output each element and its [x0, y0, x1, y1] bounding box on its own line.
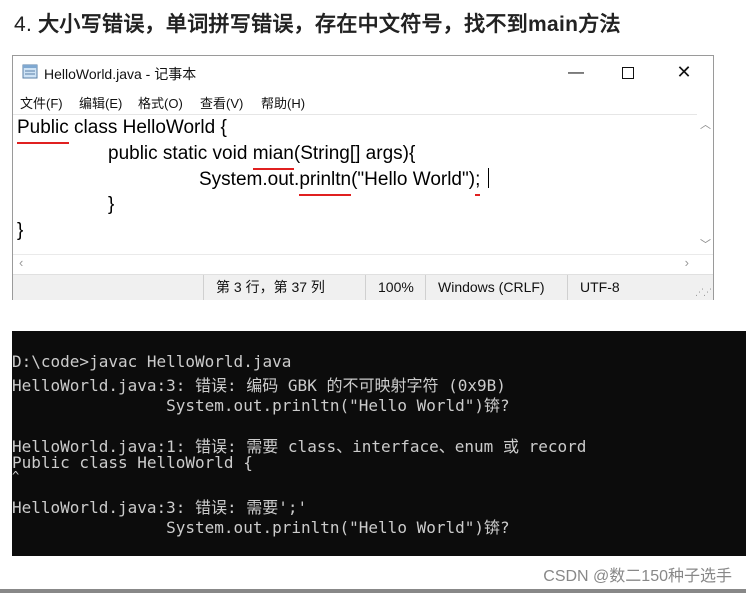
code-text: ("Hello World"): [351, 169, 476, 190]
menu-help[interactable]: 帮助(H): [261, 93, 305, 112]
heading-text: 大小写错误，单词拼写错误，存在中文符号，找不到main方法: [38, 13, 621, 36]
code-line-4: }: [108, 194, 115, 215]
scroll-down-icon[interactable]: ﹀: [700, 236, 711, 252]
notepad-window: HelloWorld.java - 记事本 — ✕ 文件(F) 编辑(E) 格式…: [12, 55, 714, 300]
window-title: HelloWorld.java - 记事本: [44, 66, 197, 82]
watermark: CSDN @数二150种子选手: [543, 568, 732, 585]
scroll-left-icon[interactable]: ‹: [19, 255, 23, 270]
status-zoom: 100%: [365, 275, 425, 300]
console-line: System.out.prinltn("Hello World")锛?: [12, 518, 510, 537]
menu-bar: 文件(F) 编辑(E) 格式(O) 查看(V) 帮助(H): [13, 91, 713, 113]
console-line: System.out.prinltn("Hello World")锛?: [12, 396, 510, 415]
menu-view[interactable]: 查看(V): [200, 93, 243, 112]
section-heading: 4. 大小写错误，单词拼写错误，存在中文符号，找不到main方法: [14, 8, 621, 38]
code-text: (String[] args){: [293, 143, 416, 164]
resize-grip-icon[interactable]: ⋰⋰: [695, 287, 712, 298]
close-icon: ✕: [676, 62, 692, 82]
code-line-5: }: [17, 220, 24, 241]
status-position: 第 3 行，第 37 列: [203, 275, 365, 300]
text-editor[interactable]: Public class HelloWorld { public static …: [13, 114, 697, 255]
horizontal-scrollbar[interactable]: ‹ ›: [13, 254, 713, 271]
close-button[interactable]: ✕: [661, 56, 707, 89]
code-line-3: System.out.prinltn("Hello World");: [199, 168, 490, 191]
console-caret-line: ^: [12, 469, 20, 483]
error-underline-semicolon: ;: [475, 169, 481, 190]
title-bar[interactable]: HelloWorld.java - 记事本 — ✕: [13, 56, 713, 89]
status-line-ending: Windows (CRLF): [425, 275, 567, 300]
menu-file[interactable]: 文件(F): [20, 93, 63, 112]
code-text: System.out.: [199, 169, 300, 190]
scroll-right-icon[interactable]: ›: [685, 255, 689, 270]
bottom-divider: [0, 589, 746, 593]
scroll-up-icon[interactable]: ︿: [700, 116, 711, 132]
menu-format[interactable]: 格式(O): [138, 93, 183, 112]
notepad-icon: [22, 64, 38, 79]
error-underline-prinltn: prinltn: [299, 169, 352, 190]
menu-edit[interactable]: 编辑(E): [79, 93, 122, 112]
minimize-icon: —: [568, 64, 584, 81]
console-line: D:\code>javac HelloWorld.java: [12, 352, 292, 371]
minimize-button[interactable]: —: [553, 56, 599, 89]
console-line: Public class HelloWorld {: [12, 453, 253, 472]
text-caret: [488, 168, 490, 188]
error-underline-mian: mian: [252, 143, 294, 164]
status-bar: 第 3 行，第 37 列 100% Windows (CRLF) UTF-8 ⋰…: [13, 274, 713, 300]
maximize-button[interactable]: [605, 56, 651, 89]
console-output: D:\code>javac HelloWorld.java HelloWorld…: [12, 331, 746, 556]
code-line-1: Public class HelloWorld {: [17, 117, 227, 139]
heading-number: 4.: [14, 13, 33, 36]
vertical-scrollbar[interactable]: ︿ ﹀: [697, 114, 713, 254]
maximize-icon: [622, 66, 634, 79]
status-encoding: UTF-8: [567, 275, 713, 300]
code-line-2: public static void mian(String[] args){: [108, 143, 415, 165]
code-text: public static void: [108, 143, 253, 164]
code-text: class HelloWorld {: [68, 117, 227, 138]
error-underline-public: Public: [17, 117, 69, 138]
